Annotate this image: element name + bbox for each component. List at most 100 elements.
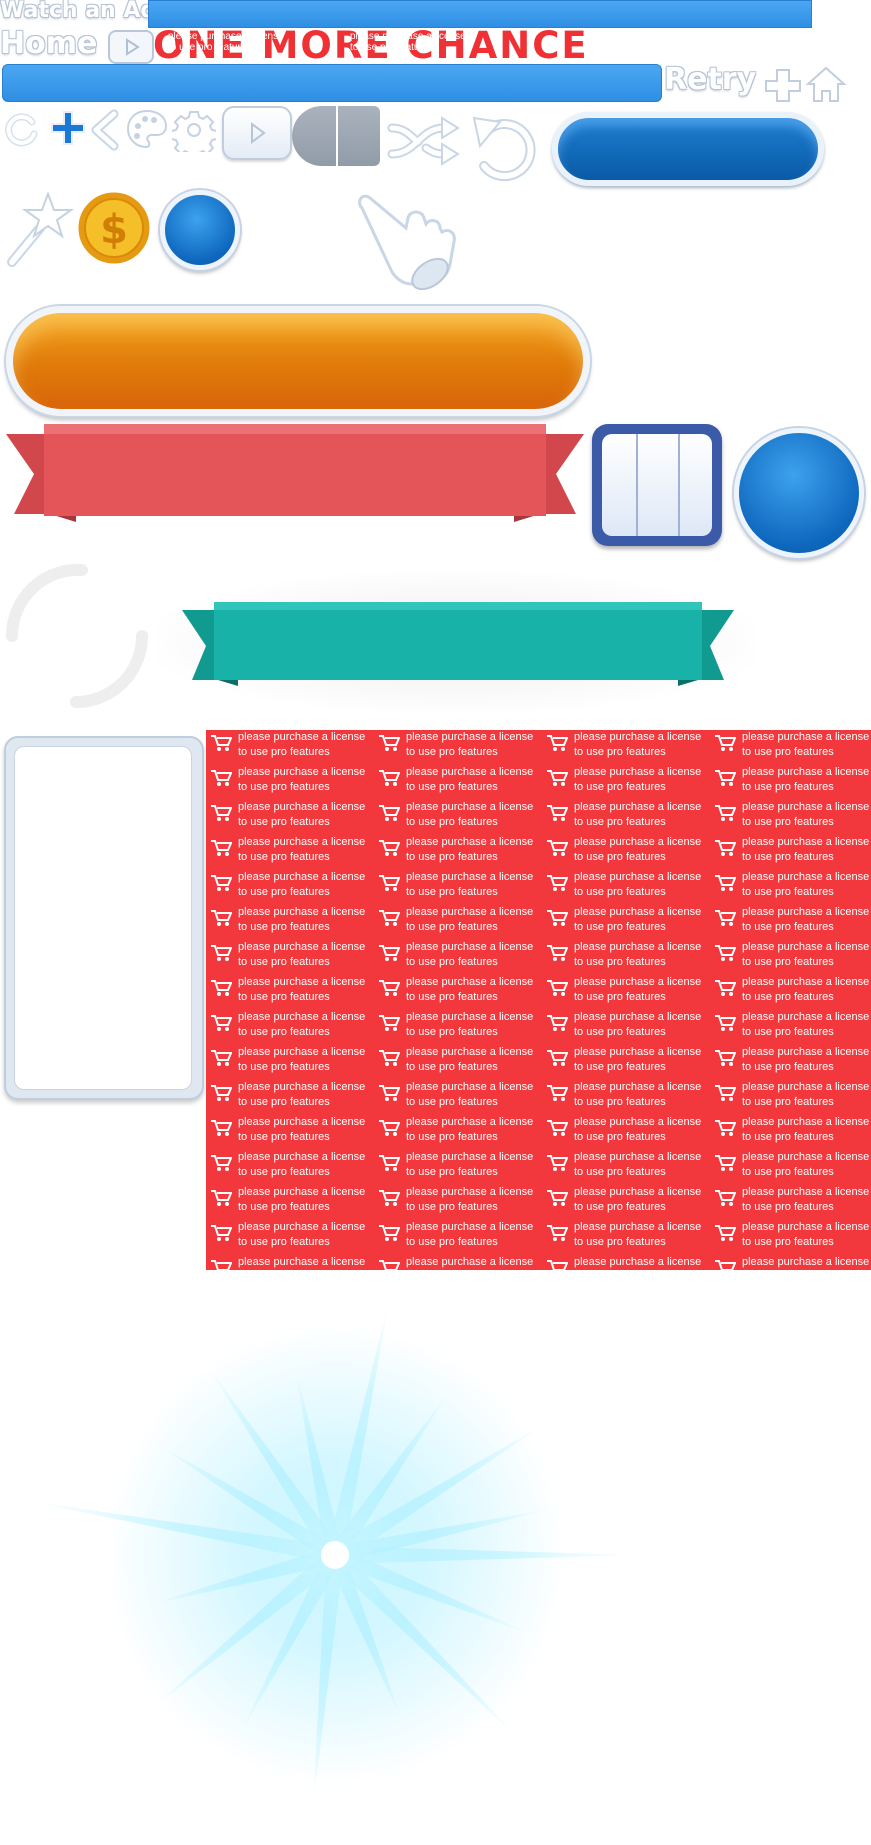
watermark-text: please purchase a licenseto use pro feat… — [238, 1186, 366, 1213]
watermark-cell: please purchase a licenseto use pro feat… — [542, 800, 710, 835]
refresh-icon[interactable] — [2, 108, 42, 153]
shuffle-icon[interactable] — [386, 110, 466, 185]
watermark-cell: please purchase a licenseto use pro feat… — [206, 1185, 374, 1220]
watermark-cell: please purchase a licenseto use pro feat… — [542, 1080, 710, 1115]
watermark-cell: please purchase a licenseto use pro feat… — [206, 975, 374, 1010]
watermark-text: please purchase a licenseto use pro feat… — [406, 766, 534, 793]
watermark-text: please purchase a licenseto use pro feat… — [742, 1116, 870, 1143]
watermark-text: please purchase a licenseto use pro feat… — [238, 1221, 366, 1248]
watermark-text: please purchase a licenseto use pro feat… — [574, 1011, 702, 1038]
watermark-text: please purchase a licenseto use pro feat… — [406, 1151, 534, 1178]
watermark-cell: please purchase a licenseto use pro feat… — [374, 730, 542, 765]
watermark-text: please purchase a licenseto use pro feat… — [574, 941, 702, 968]
watermark-cell: please purchase a licenseto use pro feat… — [542, 1220, 710, 1255]
watermark-cell: please purchase a licenseto use pro feat… — [374, 1045, 542, 1080]
watermark-text: please purchase a licenseto use pro feat… — [574, 1221, 702, 1248]
coin-icon[interactable]: $ — [74, 188, 154, 273]
toggle-switch[interactable] — [292, 106, 380, 166]
cart-icon — [547, 910, 568, 926]
back-icon[interactable] — [86, 108, 124, 157]
toggle-divider — [336, 106, 338, 166]
watermark-text: please purchase a licenseto use pro feat… — [742, 1011, 870, 1038]
watermark-text: please purchase a licenseto use pro feat… — [574, 1116, 702, 1143]
watermark-text: please purchase a licenseto use pro feat… — [406, 1186, 534, 1213]
cart-icon — [547, 1050, 568, 1066]
home-label[interactable]: Home — [0, 26, 97, 61]
cart-icon — [715, 1225, 736, 1241]
plus-outline-icon[interactable] — [762, 66, 804, 107]
watermark-text: please purchase a licenseto use pro feat… — [742, 906, 870, 933]
watermark-text: please purchase a licenseto use pro feat… — [574, 1151, 702, 1178]
watch-ad-label[interactable]: Watch an Ad — [0, 0, 156, 23]
cart-icon — [379, 805, 400, 821]
cart-icon — [379, 1015, 400, 1031]
watermark-text: please purchase a licenseto use pro feat… — [742, 1081, 870, 1108]
cart-icon — [547, 1190, 568, 1206]
plus-icon[interactable] — [48, 108, 88, 153]
large-blue-circle-button[interactable] — [734, 428, 864, 558]
watermark-text: please purchase a licenseto use pro feat… — [406, 1046, 534, 1073]
cart-icon — [547, 1120, 568, 1136]
watermark-text: please purchase a licenseto use pro feat… — [742, 941, 870, 968]
orange-pill-button[interactable] — [6, 306, 590, 416]
teal-ribbon-banner — [182, 598, 734, 697]
watermark-cell: please purchase a licenseto use pro feat… — [542, 1010, 710, 1045]
cart-icon — [547, 1015, 568, 1031]
watermark-cell: please purchase a licenseto use pro feat… — [542, 940, 710, 975]
cart-icon — [211, 840, 232, 856]
watermark-text: please purchase a licenseto use pro feat… — [406, 1256, 534, 1268]
watermark-text: please purchase a licenseto use pro feat… — [406, 1221, 534, 1248]
cart-icon — [211, 945, 232, 961]
cart-icon — [211, 735, 232, 751]
cart-icon — [547, 840, 568, 856]
watermark-cell: please purchase a licenseto use pro feat… — [374, 1185, 542, 1220]
home-icon[interactable] — [804, 64, 848, 109]
watermark-text: please purchase a licenseto use pro feat… — [574, 976, 702, 1003]
watermark-text: please purchase a licenseto use pro feat… — [238, 906, 366, 933]
watermark-cell: please purchase a licenseto use pro feat… — [374, 1080, 542, 1115]
watermark-cell: please purchase a licenseto use pro feat… — [710, 1220, 871, 1255]
watermark-text: please purchase a licenseto use pro feat… — [742, 1186, 870, 1213]
light-burst-effect — [0, 1280, 680, 1845]
watermark-cell: please purchase a licenseto use pro feat… — [542, 1045, 710, 1080]
watermark-cell: please purchase a licenseto use pro feat… — [710, 1115, 871, 1150]
small-blue-circle-button[interactable] — [160, 190, 240, 270]
cart-icon — [547, 875, 568, 891]
watermark-cell: please purchase a licenseto use pro feat… — [542, 975, 710, 1010]
cart-icon — [379, 1050, 400, 1066]
play-button[interactable] — [222, 106, 292, 160]
watermark-text: please purchase a licenseto use pro feat… — [406, 1116, 534, 1143]
watermark-cell: please purchase a licenseto use pro feat… — [206, 1115, 374, 1150]
cart-icon — [715, 1050, 736, 1066]
cart-icon — [379, 1120, 400, 1136]
watermark-text: please purchase a licenseto use pro feat… — [574, 871, 702, 898]
watermark-cell: please purchase a licenseto use pro feat… — [710, 765, 871, 800]
watermark-cell: please purchase a licenseto use pro feat… — [710, 905, 871, 940]
magic-wand-icon[interactable] — [2, 188, 75, 277]
watermark-cell: please purchase a licenseto use pro feat… — [542, 1255, 710, 1270]
watermark-text: please purchase a licenseto use pro feat… — [742, 801, 870, 828]
watermark-cell: please purchase a licenseto use pro feat… — [206, 870, 374, 905]
palette-icon[interactable] — [124, 106, 170, 157]
cart-icon — [547, 1155, 568, 1171]
watermark-text: please purchase a licenseto use pro feat… — [742, 1151, 870, 1178]
watermark-text: please purchase a licenseto use pro feat… — [574, 906, 702, 933]
watermark-cell: please purchase a licenseto use pro feat… — [710, 1255, 871, 1270]
cart-icon — [379, 1155, 400, 1171]
watermark-text: please purchase a licenseto use pro feat… — [238, 871, 366, 898]
undo-icon[interactable] — [466, 108, 546, 193]
square-frame-button[interactable] — [592, 424, 722, 546]
watermark-text: please purchase a licenseto use pro feat… — [406, 906, 534, 933]
watermark-text: please purchase a licenseto use pro feat… — [238, 731, 366, 758]
gear-icon[interactable] — [170, 108, 218, 159]
blue-pill-button[interactable] — [552, 112, 824, 186]
watermark-cell: please purchase a licenseto use pro feat… — [374, 800, 542, 835]
watermark-text: please purchase a licenseto use pro feat… — [406, 731, 534, 758]
cart-icon — [379, 980, 400, 996]
video-play-button[interactable] — [108, 30, 154, 64]
watermark-cell: please purchase a licenseto use pro feat… — [206, 1010, 374, 1045]
watermark-cell: please purchase a licenseto use pro feat… — [374, 975, 542, 1010]
watermark-text: please purchase a licenseto use pro feat… — [238, 976, 366, 1003]
retry-label[interactable]: Retry — [664, 62, 756, 97]
watermark-text: please purchase a licenseto use pro feat… — [406, 1011, 534, 1038]
